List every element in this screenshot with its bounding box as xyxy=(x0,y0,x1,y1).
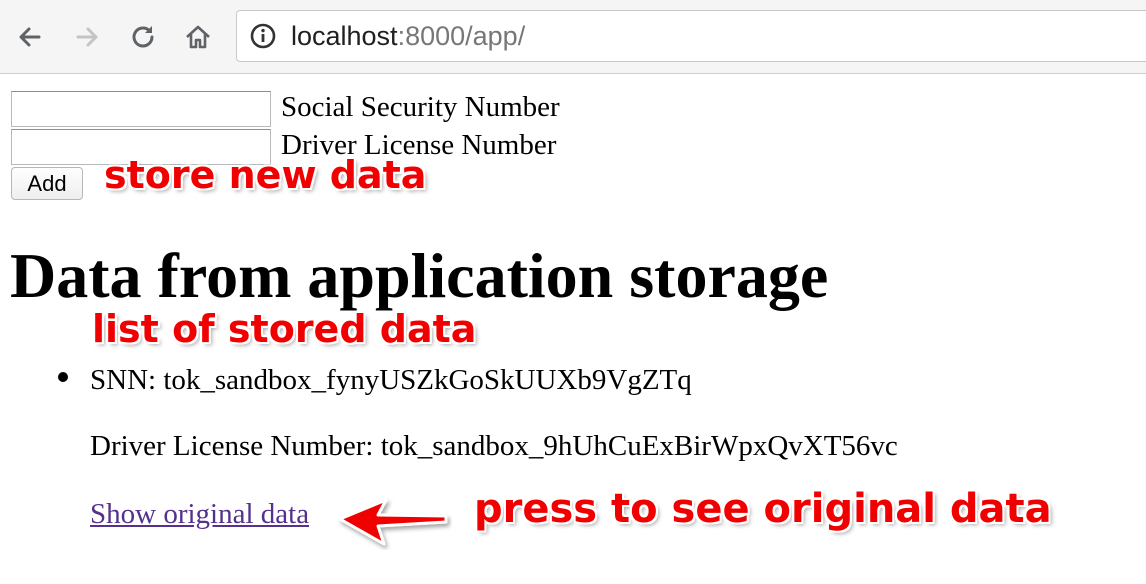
ssn-token-text: SNN: tok_sandbox_fynyUSZkGoSkUUXb9VgZTq xyxy=(90,364,692,396)
bullet-marker xyxy=(58,372,68,382)
url-text[interactable]: localhost:8000/app/ xyxy=(291,21,525,52)
ssn-label: Social Security Number xyxy=(281,91,560,123)
address-bar[interactable]: localhost:8000/app/ xyxy=(236,10,1146,62)
driver-license-token-text: Driver License Number: tok_sandbox_9hUhC… xyxy=(90,430,898,462)
reload-icon xyxy=(132,26,154,48)
page-title: Data from application storage xyxy=(10,240,829,311)
ssn-input[interactable] xyxy=(11,91,271,127)
url-host: localhost xyxy=(291,20,398,51)
back-arrow-icon xyxy=(19,27,41,47)
info-icon[interactable] xyxy=(249,22,277,50)
page-content: Social Security Number Driver License Nu… xyxy=(0,74,1146,584)
show-original-data-link[interactable]: Show original data xyxy=(90,498,309,531)
forward-button[interactable] xyxy=(70,20,104,54)
browser-toolbar: localhost:8000/app/ xyxy=(0,0,1146,74)
reload-button[interactable] xyxy=(126,20,160,54)
add-button[interactable]: Add xyxy=(11,167,83,200)
back-button[interactable] xyxy=(13,20,47,54)
annotation-arrow-icon xyxy=(338,498,448,546)
forward-arrow-icon xyxy=(76,27,98,47)
home-icon xyxy=(186,25,210,49)
annotation-list-of-stored-data: list of stored data xyxy=(92,307,477,351)
url-port-path: :8000/app/ xyxy=(397,20,526,51)
home-button[interactable] xyxy=(181,20,215,54)
annotation-press-to-see-original-data: press to see original data xyxy=(474,486,1052,532)
annotation-store-new-data: store new data xyxy=(104,153,427,197)
